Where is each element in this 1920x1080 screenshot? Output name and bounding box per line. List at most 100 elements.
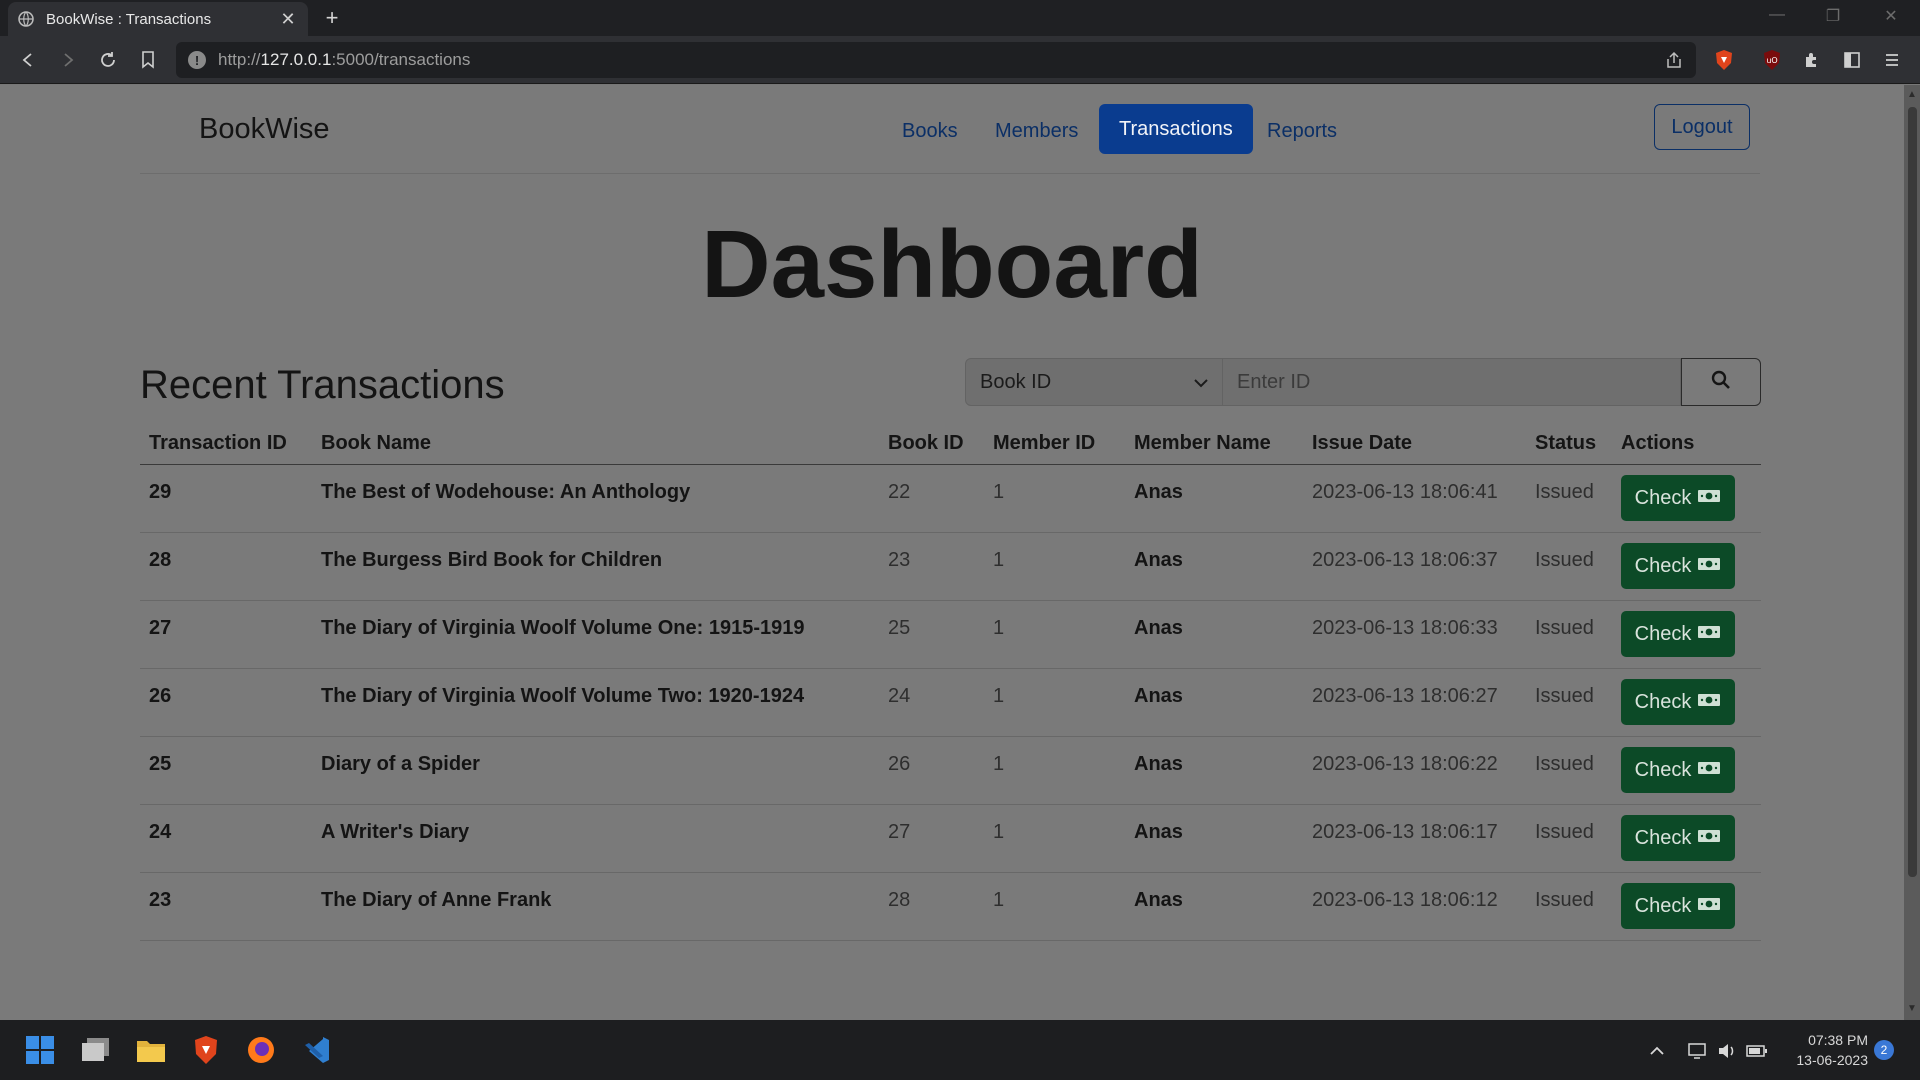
bookmark-icon[interactable]: [136, 48, 160, 72]
cell-issue-date: 2023-06-13 18:06:37: [1312, 549, 1498, 571]
check-button[interactable]: Check: [1621, 543, 1735, 589]
cell-book-id: 25: [888, 617, 911, 639]
address-bar[interactable]: ! http://127.0.0.1:5000/transactions: [176, 42, 1696, 78]
firefox-icon[interactable]: [243, 1032, 279, 1068]
cell-transaction-id: 26: [149, 685, 172, 707]
cell-book-name: The Diary of Anne Frank: [321, 889, 552, 911]
cash-icon: [1697, 827, 1721, 850]
brave-shield-icon[interactable]: [1712, 48, 1736, 72]
cell-member-name: Anas: [1134, 821, 1183, 843]
cell-member-id: 1: [993, 753, 1005, 775]
cell-transaction-id: 25: [149, 753, 172, 775]
cell-status: Issued: [1535, 685, 1594, 707]
table-row: 28 The Burgess Bird Book for Children 23 1 A…: [140, 533, 1761, 601]
cash-icon: [1697, 487, 1721, 510]
menu-icon[interactable]: [1880, 48, 1904, 72]
search-type-select[interactable]: Book ID: [965, 358, 1223, 406]
scroll-thumb[interactable]: [1908, 107, 1917, 877]
share-icon[interactable]: [1662, 48, 1686, 72]
col-status: Status: [1535, 432, 1597, 454]
cell-status: Issued: [1535, 617, 1594, 639]
id-search-input[interactable]: Enter ID: [1223, 358, 1681, 406]
network-icon[interactable]: [1686, 1040, 1708, 1062]
cell-book-id: 24: [888, 685, 911, 707]
task-view-icon[interactable]: [78, 1032, 114, 1068]
system-clock[interactable]: 07:38 PM 13-06-2023: [1776, 1030, 1868, 1070]
scroll-up-icon[interactable]: ▲: [1907, 89, 1917, 100]
cell-member-id: 1: [993, 685, 1005, 707]
sidebar-icon[interactable]: [1840, 48, 1864, 72]
restore-icon[interactable]: ❐: [1818, 6, 1848, 26]
search-button[interactable]: [1681, 358, 1761, 406]
col-actions: Actions: [1621, 432, 1695, 454]
chevron-up-icon[interactable]: [1646, 1040, 1668, 1062]
brave-browser-icon[interactable]: [188, 1032, 224, 1068]
minimize-icon[interactable]: —: [1762, 6, 1792, 24]
forward-icon[interactable]: [56, 48, 80, 72]
logout-button[interactable]: Logout: [1654, 104, 1750, 150]
check-button[interactable]: Check: [1621, 815, 1735, 861]
back-icon[interactable]: [16, 48, 40, 72]
top-navbar: BookWise Books Members Transactions Repo…: [140, 85, 1760, 174]
cell-transaction-id: 29: [149, 481, 172, 503]
check-button-label: Check: [1634, 826, 1692, 849]
check-button[interactable]: Check: [1621, 747, 1735, 793]
reload-icon[interactable]: [96, 48, 120, 72]
col-member-id: Member ID: [993, 432, 1096, 454]
nav-link-reports[interactable]: Reports: [1267, 120, 1337, 143]
browser-tab[interactable]: BookWise : Transactions ✕: [8, 2, 308, 36]
brand-logo[interactable]: BookWise: [199, 113, 330, 146]
cell-book-name: The Diary of Virginia Woolf Volume Two: …: [321, 685, 805, 707]
cell-status: Issued: [1535, 549, 1594, 571]
close-tab-icon[interactable]: ✕: [278, 9, 298, 30]
extensions-icon[interactable]: [1800, 48, 1824, 72]
cell-member-name: Anas: [1134, 889, 1183, 911]
close-window-icon[interactable]: ✕: [1876, 6, 1906, 26]
transactions-table: Transaction ID Book Name Book ID Member …: [140, 420, 1761, 941]
nav-link-books[interactable]: Books: [902, 120, 958, 143]
cell-book-name: The Burgess Bird Book for Children: [321, 549, 663, 571]
windows-start-icon[interactable]: [22, 1032, 58, 1068]
cell-member-name: Anas: [1134, 753, 1183, 775]
cell-transaction-id: 23: [149, 889, 172, 911]
svg-text:uO: uO: [1766, 56, 1777, 65]
cell-member-id: 1: [993, 549, 1005, 571]
search-group: Book ID Enter ID: [965, 358, 1761, 406]
cell-issue-date: 2023-06-13 18:06:41: [1312, 481, 1498, 503]
volume-icon[interactable]: [1716, 1040, 1738, 1062]
cell-book-name: Diary of a Spider: [321, 753, 480, 775]
file-explorer-icon[interactable]: [133, 1032, 169, 1068]
vscode-icon[interactable]: [298, 1032, 334, 1068]
cell-book-name: The Diary of Virginia Woolf Volume One: …: [321, 617, 805, 639]
cell-member-name: Anas: [1134, 617, 1183, 639]
url-path: :5000/transactions: [331, 50, 471, 69]
cell-book-name: The Best of Wodehouse: An Anthology: [321, 481, 691, 503]
tab-title: BookWise : Transactions: [46, 10, 212, 28]
table-body: 29 The Best of Wodehouse: An Anthology 22 1…: [140, 465, 1761, 941]
cash-icon: [1697, 623, 1721, 646]
cell-member-name: Anas: [1134, 685, 1183, 707]
table-row: 25 Diary of a Spider 26 1 Anas 2023-06-13 18:…: [140, 737, 1761, 805]
table-row: 27 The Diary of Virginia Woolf Volume One…: [140, 601, 1761, 669]
ublock-icon[interactable]: uO: [1760, 48, 1784, 72]
notification-badge[interactable]: 2: [1874, 1040, 1894, 1060]
col-book-name: Book Name: [321, 432, 432, 454]
check-button[interactable]: Check: [1621, 883, 1735, 929]
check-button[interactable]: Check: [1621, 475, 1735, 521]
new-tab-button[interactable]: +: [318, 4, 346, 32]
page-scrollbar[interactable]: ▲ ▼: [1904, 85, 1920, 1020]
check-button[interactable]: Check: [1621, 611, 1735, 657]
battery-icon[interactable]: [1746, 1040, 1768, 1062]
cell-member-name: Anas: [1134, 549, 1183, 571]
nav-link-members[interactable]: Members: [995, 120, 1078, 143]
cell-member-name: Anas: [1134, 481, 1183, 503]
nav-link-transactions[interactable]: Transactions: [1099, 104, 1253, 154]
scroll-down-icon[interactable]: ▼: [1907, 1003, 1917, 1014]
cash-icon: [1697, 691, 1721, 714]
check-button[interactable]: Check: [1621, 679, 1735, 725]
table-row: 24 A Writer's Diary 27 1 Anas 2023-06-13 18:0…: [140, 805, 1761, 873]
cash-icon: [1697, 759, 1721, 782]
site-info-icon[interactable]: !: [188, 51, 206, 69]
cell-status: Issued: [1535, 481, 1594, 503]
cell-member-id: 1: [993, 617, 1005, 639]
